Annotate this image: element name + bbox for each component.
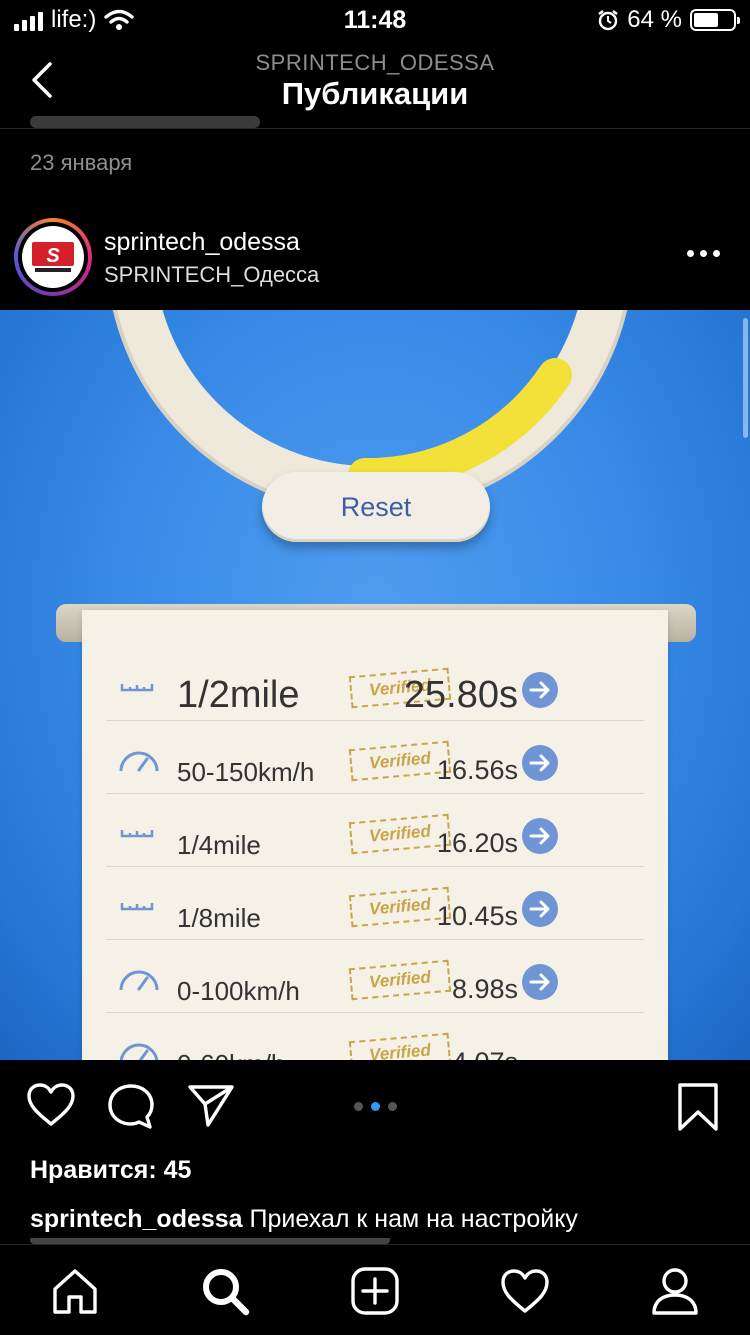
carousel-dot — [353, 1102, 363, 1111]
result-row: 1/4mile Verified 16.20s — [82, 794, 668, 867]
reset-button: Reset — [262, 472, 490, 542]
result-label: 1/8mile — [177, 903, 261, 933]
speedometer-icon — [119, 1043, 159, 1060]
result-time: 25.80s — [403, 674, 518, 716]
new-post-icon[interactable] — [349, 1265, 401, 1317]
profile-icon[interactable] — [649, 1265, 701, 1317]
search-icon[interactable] — [199, 1265, 251, 1317]
status-right: 64 % — [597, 6, 740, 34]
arrow-right-icon — [522, 672, 558, 708]
page-scrollbar[interactable] — [743, 318, 748, 438]
nav-subtitle: SPRINTECH_ODESSA — [255, 50, 495, 75]
result-time: 4.07s — [452, 1047, 518, 1060]
post-image[interactable]: Reset 1/2mile Verified 25.80s 50-150km/h Ver… — [0, 310, 750, 1060]
arrow-right-icon — [522, 891, 558, 927]
home-icon[interactable] — [49, 1265, 101, 1317]
verified-stamp: Verified — [348, 1032, 452, 1060]
result-row: 0-100km/h Verified 8.98s — [82, 940, 668, 1013]
result-time: 16.56s — [436, 755, 518, 785]
result-row: 1/8mile Verified 10.45s — [82, 867, 668, 940]
battery-icon — [690, 9, 740, 31]
avatar[interactable]: S — [14, 218, 92, 296]
result-label: 0-100km/h — [177, 976, 300, 1006]
result-row: 50-150km/h Verified 16.56s — [82, 721, 668, 794]
carousel-dot — [370, 1102, 380, 1111]
activity-icon[interactable] — [499, 1265, 551, 1317]
result-label: 0-60km/h — [177, 1049, 285, 1060]
arrow-right-icon — [522, 745, 558, 781]
battery-percent: 64 % — [627, 6, 682, 33]
post-username[interactable]: sprintech_odessa — [104, 228, 300, 257]
caption-author[interactable]: sprintech_odessa — [30, 1205, 243, 1233]
alarm-icon — [598, 10, 619, 31]
ruler-icon — [120, 903, 154, 911]
carousel-dot — [387, 1102, 397, 1111]
speedometer-icon — [119, 970, 159, 991]
verified-stamp: Verified — [348, 959, 452, 1001]
speedometer-icon — [119, 751, 159, 772]
post-header: S sprintech_odessa SPRINTECH_Одесса — [0, 210, 750, 308]
verified-stamp: Verified — [348, 813, 452, 855]
post-actions — [0, 1060, 750, 1156]
nav-title: Публикации — [281, 76, 469, 111]
bookmark-icon[interactable] — [676, 1082, 720, 1132]
ruler-icon — [120, 684, 154, 692]
previous-caption-fragment — [30, 112, 330, 130]
avatar-letter: S — [46, 245, 60, 267]
result-time: 10.45s — [436, 901, 518, 931]
result-time: 16.20s — [436, 828, 518, 858]
verified-stamp: Verified — [348, 740, 452, 782]
post-location[interactable]: SPRINTECH_Одесса — [104, 262, 319, 288]
carousel-indicator — [0, 1102, 750, 1111]
arrow-right-icon — [522, 818, 558, 854]
results-list: 1/2mile Verified 25.80s 50-150km/h Verified 1… — [82, 610, 668, 1060]
ruler-icon — [120, 830, 154, 838]
arrow-right-icon — [522, 964, 558, 1000]
verified-stamp: Verified — [348, 886, 452, 928]
previous-post-date: 23 января — [30, 150, 133, 175]
result-label: 50-150km/h — [177, 757, 315, 787]
result-row: 0-60km/h Verified4.07s — [82, 1013, 668, 1060]
status-bar: life:) 11:48 64 % — [0, 0, 750, 40]
caption-text: Приехал к нам на настройку — [242, 1205, 578, 1233]
tab-bar — [0, 1244, 750, 1335]
more-options-icon[interactable] — [687, 250, 720, 257]
post-caption: sprintech_odessa Приехал к нам на настро… — [30, 1202, 730, 1236]
likes-count[interactable]: Нравится: 45 — [30, 1156, 191, 1185]
result-row: 1/2mile Verified 25.80s — [82, 648, 668, 721]
sprintech-logo-icon: S — [32, 242, 74, 272]
result-time: 8.98s — [451, 974, 518, 1004]
result-label: 1/2mile — [177, 674, 300, 716]
result-label: 1/4mile — [177, 830, 261, 860]
